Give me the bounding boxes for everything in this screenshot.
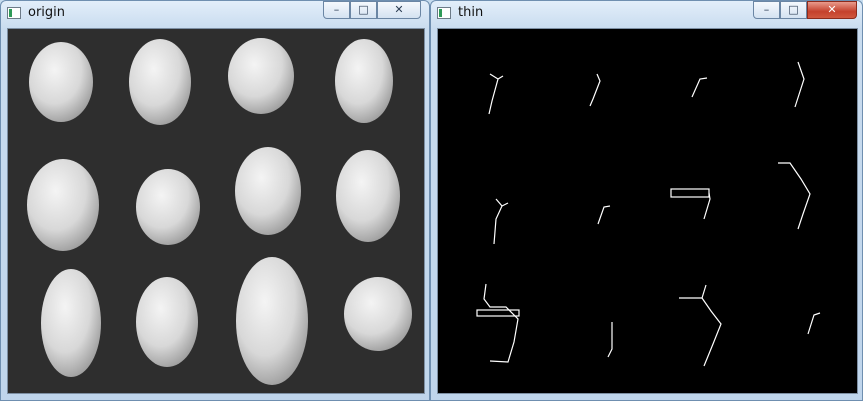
maximize-icon: □: [358, 3, 369, 16]
potato: [236, 257, 308, 385]
maximize-button[interactable]: □: [780, 1, 807, 19]
close-icon: ✕: [394, 3, 404, 16]
potato: [29, 42, 93, 122]
potato: [228, 38, 294, 114]
origin-window[interactable]: origin – □ ✕: [0, 0, 430, 401]
potato: [41, 269, 101, 377]
skeleton-image: [438, 29, 857, 393]
minimize-button[interactable]: –: [323, 1, 350, 19]
window-title: origin: [28, 5, 66, 20]
potato: [136, 277, 198, 367]
potato: [344, 277, 412, 351]
minimize-button[interactable]: –: [753, 1, 780, 19]
minimize-icon: –: [333, 3, 340, 16]
potato: [235, 147, 301, 235]
potato: [335, 39, 393, 123]
potato: [27, 159, 99, 251]
close-button[interactable]: ✕: [807, 1, 857, 19]
origin-title-bar[interactable]: origin – □ ✕: [1, 1, 429, 27]
thin-image: [437, 28, 858, 394]
potato: [336, 150, 400, 242]
maximize-button[interactable]: □: [350, 1, 377, 19]
thin-window[interactable]: thin – □ ✕: [430, 0, 863, 401]
origin-image: [7, 28, 425, 394]
potatoes-photo: [8, 29, 424, 393]
potato: [129, 39, 191, 125]
close-button[interactable]: ✕: [377, 1, 421, 19]
potato: [136, 169, 200, 245]
close-icon: ✕: [827, 3, 837, 16]
app-icon: [437, 7, 451, 19]
maximize-icon: □: [788, 3, 799, 16]
thin-title-bar[interactable]: thin – □ ✕: [431, 1, 862, 27]
app-icon: [7, 7, 21, 19]
minimize-icon: –: [763, 3, 770, 16]
window-title: thin: [458, 5, 484, 20]
